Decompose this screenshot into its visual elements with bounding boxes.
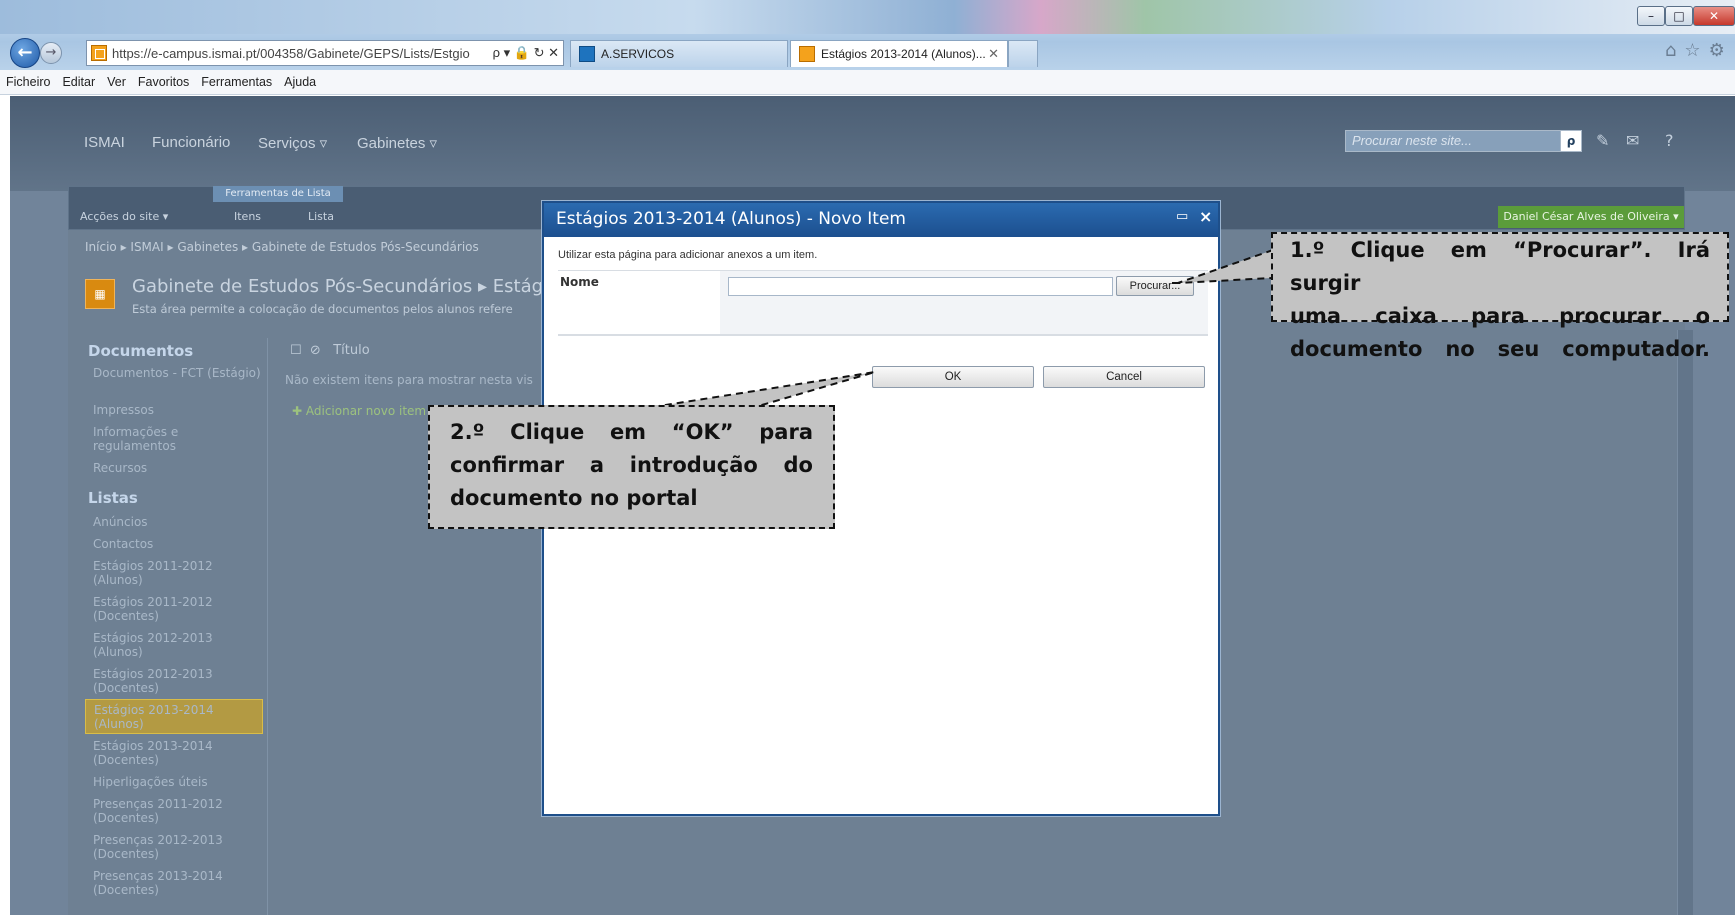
column-header-label: Título [333, 343, 370, 358]
nav-item-estagios-2012-alunos[interactable]: Estágios 2012-2013 (Alunos) [93, 631, 263, 659]
field-label-cell: Nome [558, 271, 720, 334]
column-header-titulo[interactable]: ☐ ⊘ Título [290, 343, 370, 358]
dialog-instruction: Utilizar esta página para adicionar anex… [558, 249, 818, 261]
callout1-line1: 1.º Clique em “Procurar”. Irá surgir [1290, 238, 1710, 295]
ribbon-site-actions[interactable]: Acções do site ▾ [80, 210, 168, 223]
back-button[interactable]: ← [10, 38, 40, 68]
empty-list-message: Não existem itens para mostrar nesta vis [285, 373, 533, 387]
nav-item-recursos[interactable]: Recursos [93, 461, 263, 475]
address-bar-icons[interactable]: ρ ▾ 🔒 ↻ ✕ [489, 45, 563, 61]
search-icon[interactable]: ρ [1560, 130, 1582, 152]
menu-item-editar[interactable]: Editar [62, 75, 95, 89]
url-text[interactable]: https://e-campus.ismai.pt/004358/Gabinet… [112, 46, 489, 61]
ribbon-group-label: Ferramentas de Lista [213, 186, 343, 202]
field-input-cell: Procurar... [720, 271, 1208, 334]
quick-launch: Documentos Documentos - FCT (Estágio) Im… [78, 338, 268, 915]
nav-item-anuncios[interactable]: Anúncios [93, 515, 263, 529]
nav-item-estagios-2013-alunos[interactable]: Estágios 2013-2014 (Alunos) [85, 699, 263, 734]
tab-close-icon[interactable]: ✕ [988, 46, 999, 62]
field-label-nome: Nome [560, 275, 599, 289]
add-new-item-link[interactable]: ✚ Adicionar novo item [292, 404, 426, 418]
window-close-button[interactable]: ✕ [1693, 6, 1735, 26]
menu-item-ver[interactable]: Ver [107, 75, 126, 89]
nav-item-documentos-fct[interactable]: Documentos - FCT (Estágio) [93, 366, 263, 380]
topnav-ismai[interactable]: ISMAI [84, 134, 125, 151]
menu-bar: Ficheiro Editar Ver Favoritos Ferramenta… [0, 70, 1735, 95]
address-bar[interactable]: https://e-campus.ismai.pt/004358/Gabinet… [86, 40, 564, 66]
nav-header-listas[interactable]: Listas [88, 489, 138, 507]
nav-item-presencas-2013[interactable]: Presenças 2013-2014 (Docentes) [93, 869, 263, 897]
callout1-line3: documento no seu computador. [1290, 337, 1710, 361]
nav-item-informacoes[interactable]: Informações e regulamentos [93, 425, 263, 453]
nav-item-presencas-2011[interactable]: Presenças 2011-2012 (Docentes) [93, 797, 263, 825]
minimize-button[interactable]: – [1637, 6, 1665, 26]
site-favicon-icon [91, 45, 107, 61]
page-title[interactable]: Gabinete de Estudos Pós-Secundários ▸ Es… [132, 276, 586, 297]
home-star-gear-icons[interactable]: ⌂☆⚙ [1665, 40, 1733, 61]
tab-label: A.SERVICOS [601, 47, 675, 61]
dialog-maximize-icon[interactable]: ▭ [1176, 209, 1188, 224]
page-description: Esta área permite a colocação de documen… [132, 302, 513, 316]
nav-item-estagios-2012-docentes[interactable]: Estágios 2012-2013 (Docentes) [93, 667, 263, 695]
menu-item-ficheiro[interactable]: Ficheiro [6, 75, 50, 89]
dialog-title: Estágios 2013-2014 (Alunos) - Novo Item [544, 203, 1218, 237]
page-scrollbar[interactable] [1677, 330, 1693, 915]
menu-item-ajuda[interactable]: Ajuda [284, 75, 316, 89]
user-menu[interactable]: Daniel César Alves de Oliveira ▾ [1498, 206, 1684, 228]
nav-item-estagios-2011-docentes[interactable]: Estágios 2011-2012 (Docentes) [93, 595, 263, 623]
callout2-line1: 2.º Clique em “OK” para [450, 420, 813, 444]
nav-item-presencas-2012[interactable]: Presenças 2012-2013 (Docentes) [93, 833, 263, 861]
file-path-input[interactable] [728, 277, 1113, 296]
callout2-line3: documento no portal [450, 486, 698, 510]
forward-button[interactable]: → [40, 42, 62, 64]
ok-button[interactable]: OK [872, 366, 1034, 388]
breadcrumb[interactable]: Início ▸ ISMAI ▸ Gabinetes ▸ Gabinete de… [85, 240, 479, 254]
help-icon[interactable]: ? [1665, 131, 1674, 150]
ribbon-tab-itens[interactable]: Itens [234, 210, 261, 223]
callout-step1: 1.º Clique em “Procurar”. Irá surgir uma… [1271, 232, 1729, 361]
cancel-button[interactable]: Cancel [1043, 366, 1205, 388]
maximize-button[interactable]: □ [1665, 6, 1693, 26]
nav-item-hiperligacoes[interactable]: Hiperligações úteis [93, 775, 263, 789]
new-tab-button[interactable] [1008, 40, 1038, 67]
nav-item-estagios-2013-docentes[interactable]: Estágios 2013-2014 (Docentes) [93, 739, 263, 767]
site-search-input[interactable]: Procurar neste site... [1345, 130, 1570, 152]
attachment-row: Nome Procurar... [558, 270, 1208, 336]
menu-item-favoritos[interactable]: Favoritos [138, 75, 189, 89]
ribbon-tab-lista[interactable]: Lista [308, 210, 334, 223]
notes-icon[interactable]: ✉ [1626, 131, 1639, 150]
tab-aservicos[interactable]: A.SERVICOS [570, 40, 788, 67]
nav-item-contactos[interactable]: Contactos [93, 537, 263, 551]
window-titlebar [0, 0, 1735, 34]
topnav-funcionario[interactable]: Funcionário [152, 134, 230, 151]
tab-estagios[interactable]: Estágios 2013-2014 (Alunos)... ✕ [790, 40, 1008, 67]
tab-favicon-icon [799, 46, 815, 62]
browse-button[interactable]: Procurar... [1116, 276, 1194, 296]
tab-label: Estágios 2013-2014 (Alunos)... [821, 47, 986, 61]
callout2-line2: confirmar a introdução do [450, 453, 813, 477]
site-logo-icon: ▦ [85, 279, 115, 309]
nav-item-impressos[interactable]: Impressos [93, 403, 263, 417]
callout1-line2: uma caixa para procurar o [1290, 304, 1710, 328]
callout-step2: 2.º Clique em “OK” para confirmar a intr… [428, 405, 835, 529]
tab-favicon-icon [579, 46, 595, 62]
menu-item-ferramentas[interactable]: Ferramentas [201, 75, 272, 89]
topnav-servicos[interactable]: Serviços ▿ [258, 134, 327, 152]
nav-header-documentos[interactable]: Documentos [88, 342, 193, 360]
dialog-close-icon[interactable]: × [1199, 207, 1212, 226]
nav-item-estagios-2011-alunos[interactable]: Estágios 2011-2012 (Alunos) [93, 559, 263, 587]
topnav-gabinetes[interactable]: Gabinetes ▿ [357, 134, 437, 152]
tag-icon[interactable]: ✎ [1596, 131, 1609, 150]
